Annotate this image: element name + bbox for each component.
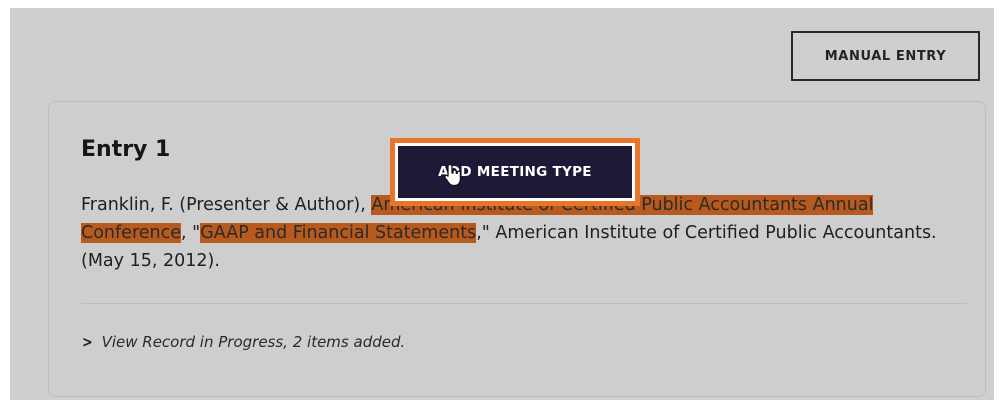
manual-entry-button[interactable]: MANUAL ENTRY (791, 31, 980, 81)
add-meeting-type-button[interactable]: ADD MEETING TYPE (398, 146, 632, 198)
add-meeting-type-highlight: ADD MEETING TYPE (390, 138, 640, 206)
chevron-right-icon: > (81, 333, 93, 351)
entry-title: Entry 1 (81, 137, 171, 162)
view-record-label: View Record in Progress, 2 items added. (101, 333, 406, 351)
card-divider (81, 303, 967, 304)
hand-pointer-icon (444, 163, 462, 187)
citation-author: Franklin, F. (Presenter & Author), (81, 195, 372, 215)
citation-title-highlight[interactable]: GAAP and Financial Statements (200, 223, 477, 243)
citation-separator: , " (181, 223, 201, 243)
view-record-link[interactable]: > View Record in Progress, 2 items added. (81, 333, 405, 351)
